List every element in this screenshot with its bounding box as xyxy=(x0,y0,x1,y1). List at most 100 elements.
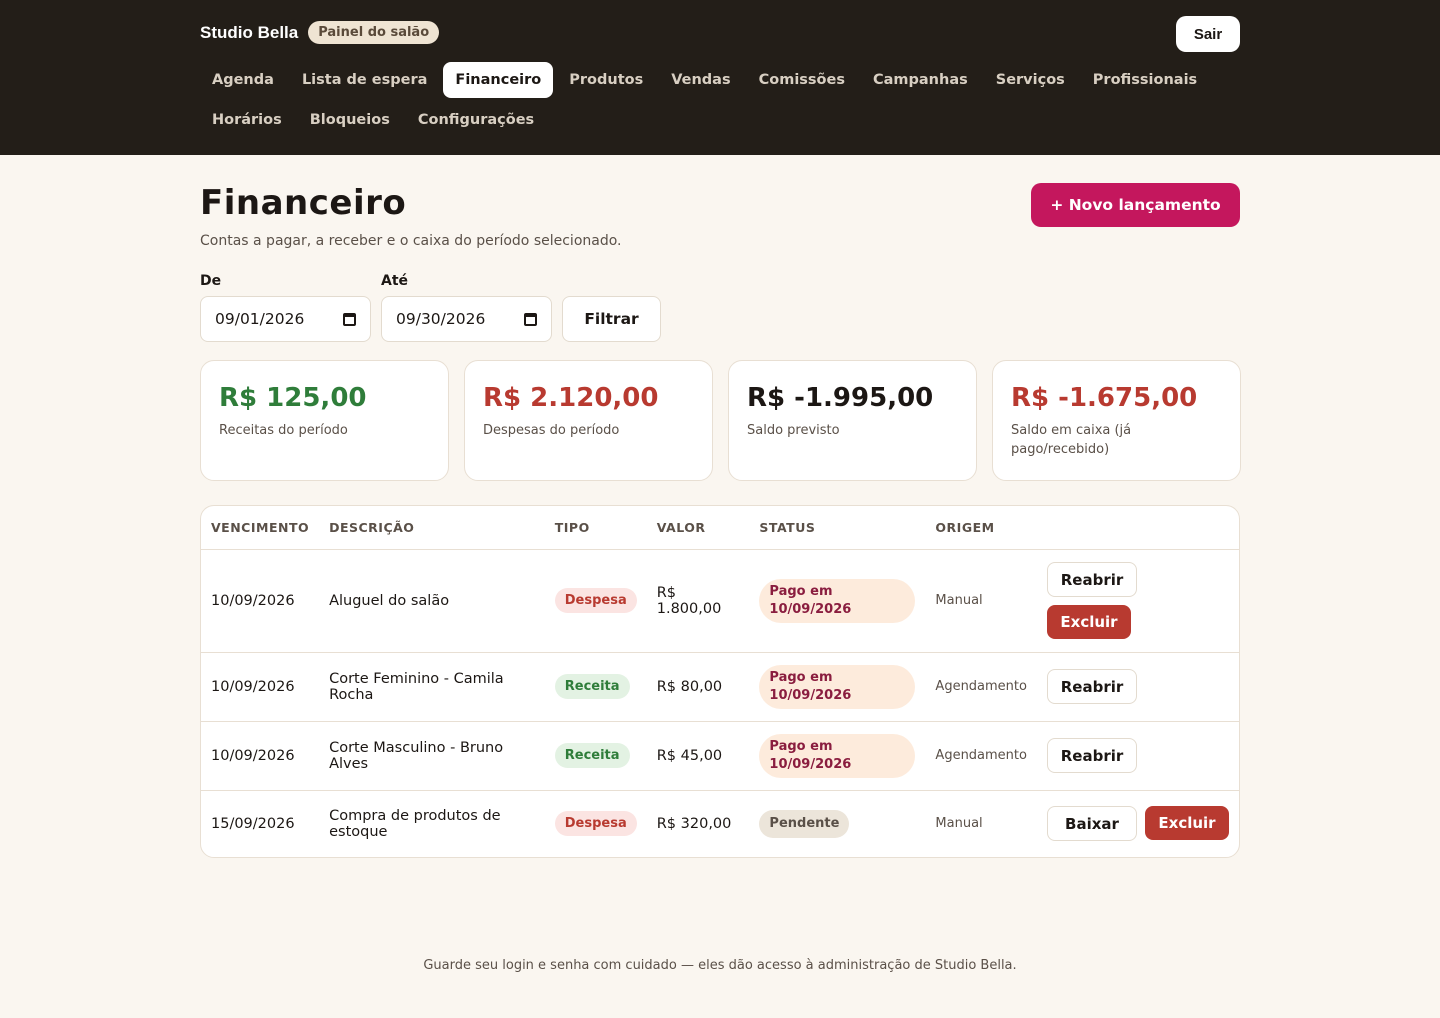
actions-cell: Reabrir Excluir xyxy=(1037,549,1239,653)
nav-item-agenda[interactable]: Agenda xyxy=(200,62,286,98)
actions-cell: Baixar Excluir xyxy=(1037,790,1239,857)
due-date-cell: 10/09/2026 xyxy=(201,549,320,653)
from-label: De xyxy=(200,273,222,289)
excluir-button[interactable]: Excluir xyxy=(1047,605,1131,639)
brand-area: Studio Bella Painel do salão xyxy=(200,21,440,44)
column-header: TIPO xyxy=(544,506,647,550)
nav-item-servicos[interactable]: Serviços xyxy=(984,62,1077,98)
nav-item-produtos[interactable]: Produtos xyxy=(557,62,655,98)
column-header: VENCIMENTO xyxy=(201,506,320,550)
reabrir-button[interactable]: Reabrir xyxy=(1047,562,1137,597)
brand-name: Studio Bella xyxy=(200,22,299,42)
summary-label: Saldo em caixa (já pago/recebido) xyxy=(1011,423,1132,457)
status-badge: Pago em 10/09/2026 xyxy=(759,578,916,623)
to-date-value: 09/30/2026 xyxy=(396,310,486,328)
table-row: 15/09/2026 Compra de produtos de estoque D… xyxy=(201,790,1239,857)
type-cell: Despesa xyxy=(544,549,647,653)
logout-button[interactable]: Sair xyxy=(1176,16,1240,52)
nav-item-financeiro[interactable]: Financeiro xyxy=(443,62,554,98)
type-badge: Despesa xyxy=(554,811,637,837)
description-cell: Compra de produtos de estoque xyxy=(329,807,501,840)
admin-badge: Painel do salão xyxy=(308,21,440,44)
type-cell: Receita xyxy=(544,652,647,722)
summary-card: R$ -1.675,00 Saldo em caixa (já pago/rece… xyxy=(992,360,1241,481)
nav-item-vendas[interactable]: Vendas xyxy=(659,62,742,98)
status-cell: Pendente xyxy=(749,790,925,857)
nav-item-profissionais[interactable]: Profissionais xyxy=(1081,62,1209,98)
calendar-icon[interactable] xyxy=(524,312,537,326)
from-date-input[interactable]: 09/01/2026 xyxy=(200,296,371,342)
status-cell: Pago em 10/09/2026 xyxy=(749,549,926,653)
top-bar: Studio Bella Painel do salão Sair Agenda… xyxy=(0,0,1440,155)
nav-item-lista-de-espera[interactable]: Lista de espera xyxy=(290,62,439,98)
status-badge: Pago em 10/09/2026 xyxy=(759,733,916,778)
table-row: 10/09/2026 Aluguel do salão Despesa R$ 1.80… xyxy=(201,549,1239,653)
page-title: Financeiro xyxy=(200,183,407,223)
nav-row: Horários Bloqueios Configurações xyxy=(200,102,1180,138)
row-actions: Reabrir Excluir xyxy=(1047,562,1229,639)
nav-item-horarios[interactable]: Horários xyxy=(200,102,294,138)
reabrir-button[interactable]: Reabrir xyxy=(1047,738,1137,773)
to-label: Até xyxy=(381,273,409,289)
type-badge: Despesa xyxy=(554,588,637,613)
origin-cell: Manual xyxy=(925,549,1037,653)
actions-cell: Reabrir xyxy=(1037,721,1239,791)
type-badge: Receita xyxy=(554,674,630,699)
status-badge: Pendente xyxy=(759,809,850,838)
nav-item-configuracoes[interactable]: Configurações xyxy=(406,102,546,138)
nav-row: Agenda Lista de espera Financeiro Produtos V… xyxy=(200,62,1197,98)
value-cell: R$ 320,00 xyxy=(656,815,732,832)
row-actions: Reabrir xyxy=(1047,669,1229,704)
description-cell: Aluguel do salão xyxy=(319,549,545,653)
to-date-input[interactable]: 09/30/2026 xyxy=(381,296,552,342)
description-cell: Corte Feminino - Camila Rocha xyxy=(319,652,545,722)
due-date-cell: 10/09/2026 xyxy=(201,652,320,722)
summary-amount: R$ -1.675,00 xyxy=(1011,383,1198,413)
nav-item-campanhas[interactable]: Campanhas xyxy=(861,62,980,98)
status-cell: Pago em 10/09/2026 xyxy=(749,652,926,722)
origin-cell: Manual xyxy=(935,816,983,832)
from-field: De 09/01/2026 xyxy=(200,273,371,342)
table-body: 10/09/2026 Aluguel do salão Despesa R$ 1.80… xyxy=(201,549,1239,857)
origin-cell: Agendamento xyxy=(925,652,1037,722)
summary-label: Saldo previsto xyxy=(747,423,840,438)
column-header: STATUS xyxy=(749,506,926,550)
row-actions: Baixar Excluir xyxy=(1047,806,1229,842)
new-entry-button[interactable]: + Novo lançamento xyxy=(1031,183,1240,227)
filter-button[interactable]: Filtrar xyxy=(562,296,661,342)
baixar-button[interactable]: Baixar xyxy=(1047,806,1137,842)
value-cell: R$ 1.800,00 xyxy=(646,549,750,653)
type-cell: Receita xyxy=(544,721,647,791)
reabrir-button[interactable]: Reabrir xyxy=(1047,669,1137,704)
summary-card: R$ -1.995,00 Saldo previsto xyxy=(728,360,977,481)
summary-card: R$ 2.120,00 Despesas do período xyxy=(464,360,713,481)
status-cell: Pago em 10/09/2026 xyxy=(749,721,926,791)
value-cell: R$ 45,00 xyxy=(646,721,750,791)
nav-item-comissoes[interactable]: Comissões xyxy=(747,62,857,98)
to-field: Até 09/30/2026 xyxy=(381,273,552,342)
calendar-icon[interactable] xyxy=(343,312,356,326)
table-header: VENCIMENTO DESCRIÇÃO TIPO VALOR STATUS ORIGEM xyxy=(201,506,1239,550)
nav-item-bloqueios[interactable]: Bloqueios xyxy=(298,102,402,138)
column-header: DESCRIÇÃO xyxy=(319,506,545,550)
column-header: ORIGEM xyxy=(925,506,1037,550)
summary-label: Despesas do período xyxy=(483,423,620,438)
origin-cell: Agendamento xyxy=(925,721,1037,791)
description-cell: Corte Masculino - Bruno Alves xyxy=(319,721,545,791)
due-date-cell: 10/09/2026 xyxy=(201,721,320,791)
summary-cards: R$ 125,00 Receitas do período R$ 2.120,00 D… xyxy=(200,360,1241,481)
page-subtitle: Contas a pagar, a receber e o caixa do p… xyxy=(200,233,622,249)
type-badge: Receita xyxy=(554,743,630,768)
type-cell: Despesa xyxy=(545,790,647,857)
finance-table: VENCIMENTO DESCRIÇÃO TIPO VALOR STATUS ORIGEM… xyxy=(200,505,1240,858)
due-date-cell: 15/09/2026 xyxy=(211,815,295,832)
summary-amount: R$ 125,00 xyxy=(219,383,367,413)
summary-label: Receitas do período xyxy=(219,423,348,438)
value-cell: R$ 80,00 xyxy=(646,652,750,722)
column-header xyxy=(1037,506,1239,550)
date-filters: De 09/01/2026 Até 09/30/2026 Filtrar xyxy=(200,273,661,342)
summary-amount: R$ 2.120,00 xyxy=(483,383,659,413)
main-nav: Agenda Lista de espera Financeiro Produtos V… xyxy=(200,62,1197,142)
excluir-button[interactable]: Excluir xyxy=(1145,806,1229,841)
from-date-value: 09/01/2026 xyxy=(215,310,305,328)
